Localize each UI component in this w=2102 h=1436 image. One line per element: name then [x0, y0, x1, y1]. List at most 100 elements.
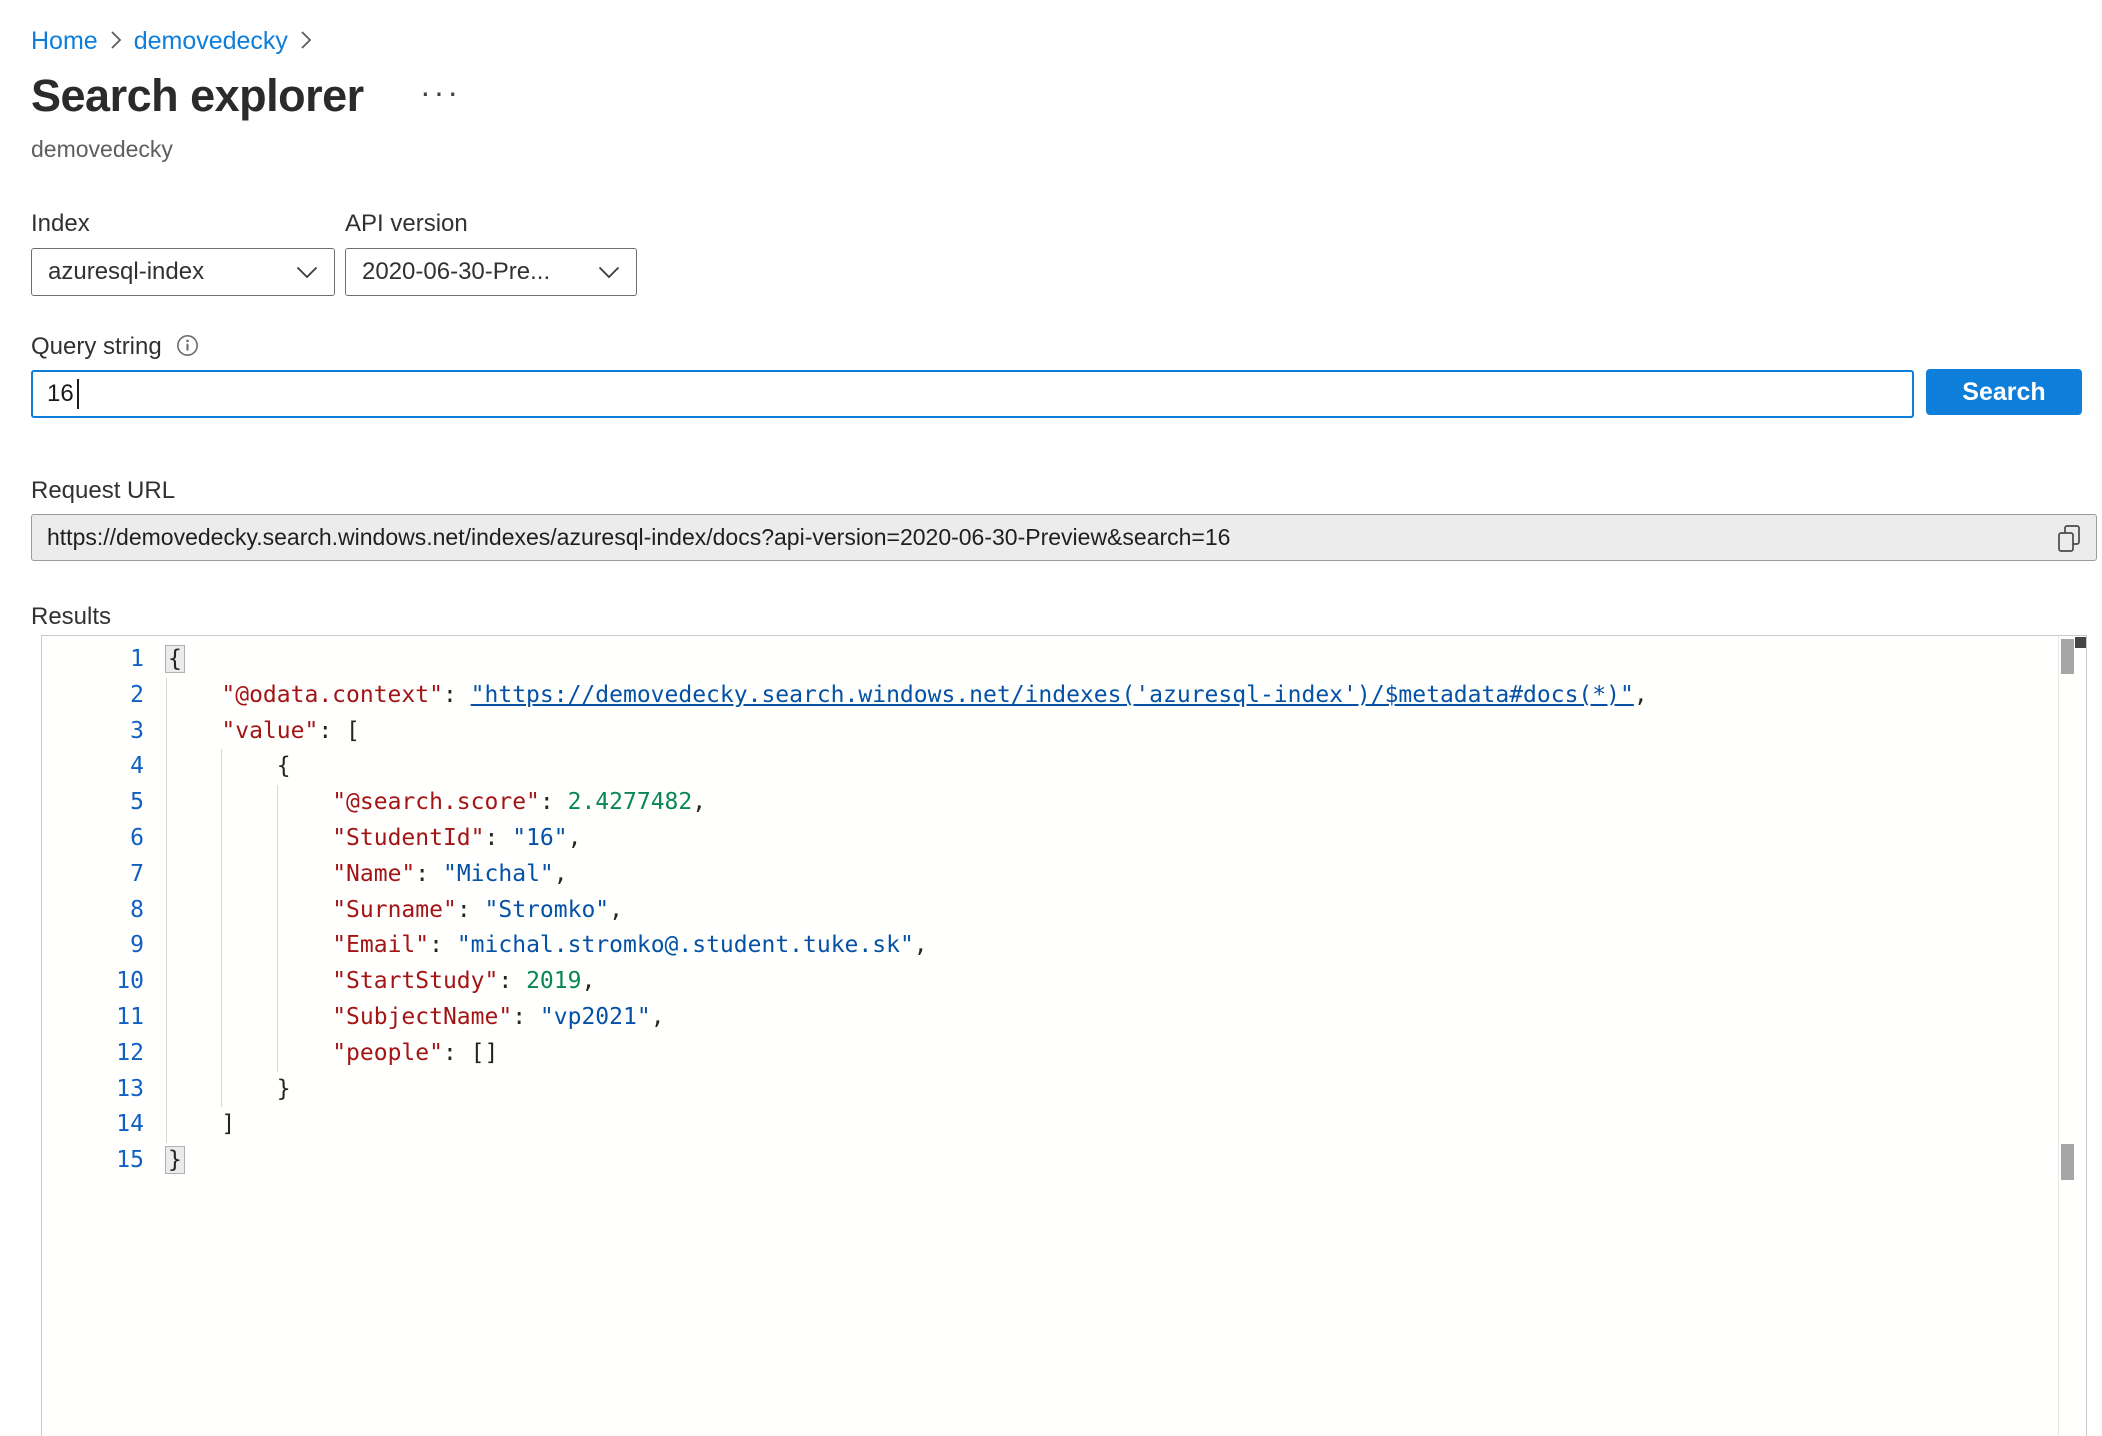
indent-guide — [166, 1107, 167, 1143]
indent-guide — [166, 928, 167, 964]
code-token: "16" — [512, 825, 567, 851]
indent-guide — [166, 1072, 167, 1108]
line-number: 14 — [42, 1107, 144, 1143]
index-select[interactable]: azuresql-index — [31, 248, 335, 296]
code-text: { — [166, 642, 2056, 678]
code-token: : — [485, 825, 513, 851]
page-subtitle: demovedecky — [31, 136, 173, 163]
line-number: 12 — [42, 1036, 144, 1072]
code-text: "StudentId": "16", — [166, 821, 2056, 857]
code-token: 2.4277482 — [568, 789, 693, 815]
code-token: : — [457, 897, 485, 923]
code-line: 3"value": [ — [42, 714, 2056, 750]
code-text: "Surname": "Stromko", — [166, 893, 2056, 929]
api-version-select[interactable]: 2020-06-30-Pre... — [345, 248, 637, 296]
api-version-select-value: 2020-06-30-Pre... — [362, 258, 550, 286]
results-editor[interactable]: 1{2"@odata.context": "https://demovedeck… — [41, 635, 2087, 1436]
code-token: "Email" — [332, 932, 429, 958]
request-url-value: https://demovedecky.search.windows.net/i… — [47, 524, 1230, 551]
more-options-button[interactable]: ··· — [420, 74, 461, 111]
code-text: "@odata.context": "https://demovedecky.s… — [166, 678, 2056, 714]
code-text: { — [166, 749, 2056, 785]
code-token: "Surname" — [332, 897, 457, 923]
request-url-field[interactable]: https://demovedecky.search.windows.net/i… — [31, 514, 2097, 561]
code-text: } — [166, 1143, 2056, 1179]
indent-guide — [277, 964, 278, 1000]
indent-guide — [166, 1036, 167, 1072]
indent-guide — [221, 893, 222, 929]
indent-guide — [166, 714, 167, 750]
code-token: "https://demovedecky.search.windows.net/… — [471, 682, 1634, 708]
code-token: "michal.stromko@.student.tuke.sk" — [457, 932, 914, 958]
indent-guide — [166, 678, 167, 714]
index-select-value: azuresql-index — [48, 258, 204, 286]
breadcrumb-link-demovedecky[interactable]: demovedecky — [134, 27, 288, 56]
code-token: , — [914, 932, 928, 958]
code-token: : — [443, 682, 471, 708]
code-token: "Michal" — [443, 861, 554, 887]
indent-guide — [221, 821, 222, 857]
code-token: "people" — [332, 1040, 443, 1066]
code-token: : — [512, 1004, 540, 1030]
code-token: { — [277, 753, 291, 779]
info-icon[interactable] — [176, 334, 199, 360]
code-token: , — [651, 1004, 665, 1030]
indent-guide — [221, 1000, 222, 1036]
code-token: 2019 — [526, 968, 581, 994]
indent-guide — [221, 964, 222, 1000]
code-token: "SubjectName" — [332, 1004, 512, 1030]
scrollbar-thumb[interactable] — [2061, 639, 2074, 674]
indent-guide — [277, 928, 278, 964]
search-button[interactable]: Search — [1926, 369, 2082, 415]
code-token: , — [692, 789, 706, 815]
code-token: , — [609, 897, 623, 923]
overview-ruler-cursor-marker — [2075, 637, 2087, 648]
code-token: "vp2021" — [540, 1004, 651, 1030]
code-text: "StartStudy": 2019, — [166, 964, 2056, 1000]
code-rows: 1{2"@odata.context": "https://demovedeck… — [42, 642, 2056, 1179]
query-input[interactable] — [31, 370, 1914, 418]
line-number: 8 — [42, 893, 144, 929]
code-token: : — [540, 789, 568, 815]
code-line: 7"Name": "Michal", — [42, 857, 2056, 893]
scrollbar-thumb[interactable] — [2061, 1144, 2074, 1180]
code-line: 10 "StartStudy": 2019, — [42, 964, 2056, 1000]
breadcrumb-chevron-icon — [300, 28, 312, 57]
code-token: "Name" — [332, 861, 415, 887]
code-text: "SubjectName": "vp2021", — [166, 1000, 2056, 1036]
code-text: "@search.score": 2.4277482, — [166, 785, 2056, 821]
indent-guide — [277, 857, 278, 893]
code-token: } — [277, 1076, 291, 1102]
indent-guide — [166, 964, 167, 1000]
line-number: 6 — [42, 821, 144, 857]
page-title: Search explorer — [31, 70, 364, 122]
code-text: "people": [] — [166, 1036, 2056, 1072]
indent-guide — [221, 928, 222, 964]
line-number: 1 — [42, 642, 144, 678]
copy-icon[interactable] — [2054, 524, 2084, 554]
chevron-down-icon — [598, 258, 620, 286]
code-token: : — [415, 861, 443, 887]
indent-guide — [166, 821, 167, 857]
results-label: Results — [31, 603, 111, 631]
chevron-down-icon — [296, 258, 318, 286]
query-input-wrap — [31, 370, 1914, 418]
code-text: "value": [ — [166, 714, 2056, 750]
code-token: : — [429, 932, 457, 958]
indent-guide — [166, 893, 167, 929]
request-url-label: Request URL — [31, 477, 175, 505]
code-line: 11"SubjectName": "vp2021", — [42, 1000, 2056, 1036]
index-label: Index — [31, 210, 90, 238]
code-token: : [] — [443, 1040, 498, 1066]
line-number: 10 — [42, 964, 144, 1000]
breadcrumb-link-home[interactable]: Home — [31, 27, 98, 56]
text-cursor — [77, 379, 79, 409]
line-number: 13 — [42, 1072, 144, 1108]
code-line: 15} — [42, 1143, 2056, 1179]
indent-guide — [221, 749, 222, 785]
indent-guide — [221, 1036, 222, 1072]
code-token: "@odata.context" — [221, 682, 443, 708]
code-token: , — [1634, 682, 1648, 708]
code-line: 4{ — [42, 749, 2056, 785]
indent-guide — [221, 785, 222, 821]
